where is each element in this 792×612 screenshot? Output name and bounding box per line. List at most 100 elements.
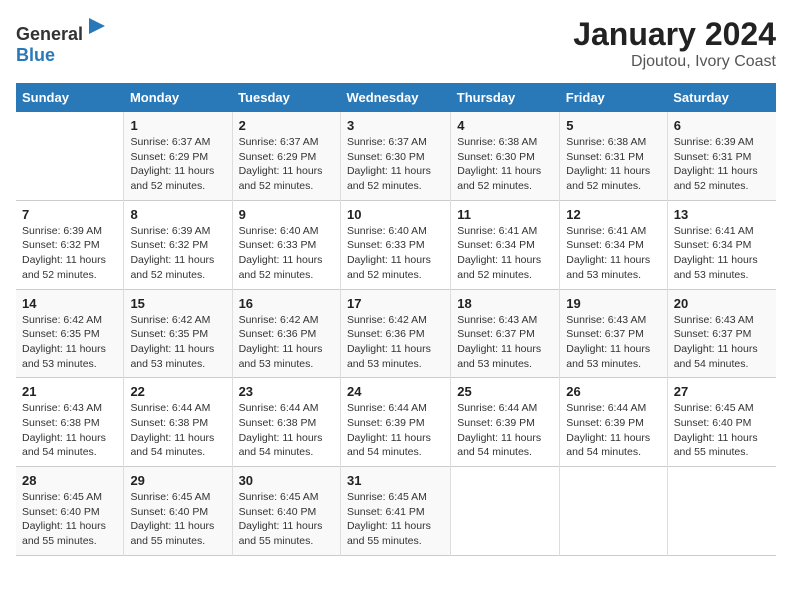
day-info: Sunrise: 6:40 AMSunset: 6:33 PMDaylight:… (239, 224, 334, 283)
day-number: 19 (566, 296, 660, 311)
calendar-cell: 8 Sunrise: 6:39 AMSunset: 6:32 PMDaylight… (124, 200, 232, 289)
page-header: General Blue January 2024 Djoutou, Ivory… (16, 16, 776, 71)
calendar-cell: 4 Sunrise: 6:38 AMSunset: 6:30 PMDaylight… (451, 112, 560, 200)
day-info: Sunrise: 6:44 AMSunset: 6:39 PMDaylight:… (457, 401, 553, 460)
day-info: Sunrise: 6:44 AMSunset: 6:39 PMDaylight:… (566, 401, 660, 460)
calendar-cell: 11 Sunrise: 6:41 AMSunset: 6:34 PMDayligh… (451, 200, 560, 289)
calendar-cell: 25 Sunrise: 6:44 AMSunset: 6:39 PMDayligh… (451, 378, 560, 467)
day-number: 16 (239, 296, 334, 311)
calendar-cell: 26 Sunrise: 6:44 AMSunset: 6:39 PMDayligh… (560, 378, 667, 467)
calendar-cell: 23 Sunrise: 6:44 AMSunset: 6:38 PMDayligh… (232, 378, 340, 467)
day-info: Sunrise: 6:40 AMSunset: 6:33 PMDaylight:… (347, 224, 444, 283)
header-friday: Friday (560, 83, 667, 112)
calendar-cell: 20Sunrise: 6:43 AMSunset: 6:37 PMDayligh… (667, 289, 776, 378)
day-info: Sunrise: 6:38 AMSunset: 6:31 PMDaylight:… (566, 135, 660, 194)
day-number: 23 (239, 384, 334, 399)
calendar-cell: 24Sunrise: 6:44 AMSunset: 6:39 PMDayligh… (340, 378, 450, 467)
day-number: 14 (22, 296, 117, 311)
day-number: 4 (457, 118, 553, 133)
calendar-table: SundayMondayTuesdayWednesdayThursdayFrid… (16, 83, 776, 556)
day-number: 5 (566, 118, 660, 133)
day-number: 3 (347, 118, 444, 133)
day-info: Sunrise: 6:37 AMSunset: 6:30 PMDaylight:… (347, 135, 444, 194)
day-info: Sunrise: 6:39 AMSunset: 6:31 PMDaylight:… (674, 135, 770, 194)
calendar-cell: 5 Sunrise: 6:38 AMSunset: 6:31 PMDaylight… (560, 112, 667, 200)
day-info: Sunrise: 6:45 AMSunset: 6:40 PMDaylight:… (130, 490, 225, 549)
day-info: Sunrise: 6:43 AMSunset: 6:38 PMDaylight:… (22, 401, 117, 460)
week-row-2: 7Sunrise: 6:39 AMSunset: 6:32 PMDaylight… (16, 200, 776, 289)
calendar-cell: 30 Sunrise: 6:45 AMSunset: 6:40 PMDayligh… (232, 467, 340, 556)
day-number: 11 (457, 207, 553, 222)
day-info: Sunrise: 6:37 AMSunset: 6:29 PMDaylight:… (130, 135, 225, 194)
calendar-cell: 14 Sunrise: 6:42 AMSunset: 6:35 PMDayligh… (16, 289, 124, 378)
day-info: Sunrise: 6:45 AMSunset: 6:40 PMDaylight:… (674, 401, 770, 460)
calendar-cell: 13 Sunrise: 6:41 AMSunset: 6:34 PMDayligh… (667, 200, 776, 289)
day-info: Sunrise: 6:42 AMSunset: 6:35 PMDaylight:… (22, 313, 117, 372)
logo-text: General Blue (16, 16, 109, 66)
calendar-cell: 21 Sunrise: 6:43 AMSunset: 6:38 PMDayligh… (16, 378, 124, 467)
logo-general: General (16, 24, 83, 44)
day-number: 17 (347, 296, 444, 311)
calendar-cell: 2Sunrise: 6:37 AMSunset: 6:29 PMDaylight… (232, 112, 340, 200)
day-number: 1 (130, 118, 225, 133)
day-info: Sunrise: 6:43 AMSunset: 6:37 PMDaylight:… (457, 313, 553, 372)
calendar-cell: 19 Sunrise: 6:43 AMSunset: 6:37 PMDayligh… (560, 289, 667, 378)
logo: General Blue (16, 16, 109, 66)
calendar-cell: 9 Sunrise: 6:40 AMSunset: 6:33 PMDaylight… (232, 200, 340, 289)
calendar-cell: 28 Sunrise: 6:45 AMSunset: 6:40 PMDayligh… (16, 467, 124, 556)
day-info: Sunrise: 6:41 AMSunset: 6:34 PMDaylight:… (566, 224, 660, 283)
day-info: Sunrise: 6:41 AMSunset: 6:34 PMDaylight:… (674, 224, 770, 283)
day-info: Sunrise: 6:43 AMSunset: 6:37 PMDaylight:… (566, 313, 660, 372)
header-thursday: Thursday (451, 83, 560, 112)
calendar-cell: 3 Sunrise: 6:37 AMSunset: 6:30 PMDaylight… (340, 112, 450, 200)
title-block: January 2024 Djoutou, Ivory Coast (573, 16, 776, 71)
calendar-cell: 12 Sunrise: 6:41 AMSunset: 6:34 PMDayligh… (560, 200, 667, 289)
logo-blue: Blue (16, 45, 55, 65)
calendar-cell: 16 Sunrise: 6:42 AMSunset: 6:36 PMDayligh… (232, 289, 340, 378)
day-info: Sunrise: 6:42 AMSunset: 6:35 PMDaylight:… (130, 313, 225, 372)
day-number: 9 (239, 207, 334, 222)
day-info: Sunrise: 6:45 AMSunset: 6:40 PMDaylight:… (22, 490, 117, 549)
day-number: 25 (457, 384, 553, 399)
calendar-cell: 7Sunrise: 6:39 AMSunset: 6:32 PMDaylight… (16, 200, 124, 289)
day-number: 26 (566, 384, 660, 399)
header-saturday: Saturday (667, 83, 776, 112)
day-info: Sunrise: 6:44 AMSunset: 6:39 PMDaylight:… (347, 401, 444, 460)
header-tuesday: Tuesday (232, 83, 340, 112)
day-info: Sunrise: 6:44 AMSunset: 6:38 PMDaylight:… (239, 401, 334, 460)
day-number: 27 (674, 384, 770, 399)
day-number: 21 (22, 384, 117, 399)
day-number: 15 (130, 296, 225, 311)
day-number: 30 (239, 473, 334, 488)
day-number: 28 (22, 473, 117, 488)
calendar-cell (451, 467, 560, 556)
calendar-cell: 22 Sunrise: 6:44 AMSunset: 6:38 PMDayligh… (124, 378, 232, 467)
day-number: 22 (130, 384, 225, 399)
day-number: 8 (130, 207, 225, 222)
day-info: Sunrise: 6:39 AMSunset: 6:32 PMDaylight:… (22, 224, 117, 283)
week-row-1: 1 Sunrise: 6:37 AMSunset: 6:29 PMDaylight… (16, 112, 776, 200)
day-number: 29 (130, 473, 225, 488)
day-number: 13 (674, 207, 770, 222)
calendar-header-row: SundayMondayTuesdayWednesdayThursdayFrid… (16, 83, 776, 112)
day-info: Sunrise: 6:38 AMSunset: 6:30 PMDaylight:… (457, 135, 553, 194)
calendar-cell (667, 467, 776, 556)
calendar-cell: 27 Sunrise: 6:45 AMSunset: 6:40 PMDayligh… (667, 378, 776, 467)
day-info: Sunrise: 6:44 AMSunset: 6:38 PMDaylight:… (130, 401, 225, 460)
calendar-cell: 18 Sunrise: 6:43 AMSunset: 6:37 PMDayligh… (451, 289, 560, 378)
calendar-cell: 1 Sunrise: 6:37 AMSunset: 6:29 PMDaylight… (124, 112, 232, 200)
day-number: 18 (457, 296, 553, 311)
day-number: 12 (566, 207, 660, 222)
week-row-5: 28 Sunrise: 6:45 AMSunset: 6:40 PMDayligh… (16, 467, 776, 556)
day-info: Sunrise: 6:39 AMSunset: 6:32 PMDaylight:… (130, 224, 225, 283)
day-info: Sunrise: 6:45 AMSunset: 6:40 PMDaylight:… (239, 490, 334, 549)
day-info: Sunrise: 6:42 AMSunset: 6:36 PMDaylight:… (239, 313, 334, 372)
calendar-cell: 10Sunrise: 6:40 AMSunset: 6:33 PMDayligh… (340, 200, 450, 289)
day-info: Sunrise: 6:37 AMSunset: 6:29 PMDaylight:… (239, 135, 334, 194)
calendar-cell: 15 Sunrise: 6:42 AMSunset: 6:35 PMDayligh… (124, 289, 232, 378)
calendar-cell: 17 Sunrise: 6:42 AMSunset: 6:36 PMDayligh… (340, 289, 450, 378)
day-info: Sunrise: 6:41 AMSunset: 6:34 PMDaylight:… (457, 224, 553, 283)
day-number: 20 (674, 296, 770, 311)
day-info: Sunrise: 6:42 AMSunset: 6:36 PMDaylight:… (347, 313, 444, 372)
day-number: 6 (674, 118, 770, 133)
